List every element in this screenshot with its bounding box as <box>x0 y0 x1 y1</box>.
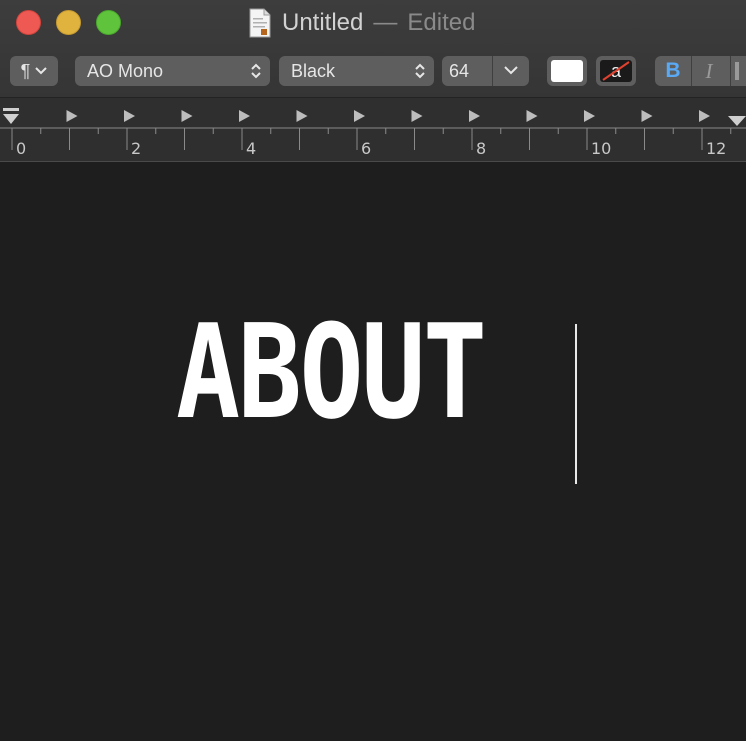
chevron-down-icon[interactable] <box>503 65 519 76</box>
underline-button[interactable] <box>735 62 739 80</box>
bold-button[interactable]: B <box>655 56 691 86</box>
window-title: Untitled — Edited <box>248 8 475 38</box>
ruler-ticks <box>0 108 746 150</box>
font-size-combobox[interactable]: 64 <box>442 56 529 86</box>
italic-button[interactable]: I <box>691 56 727 86</box>
document-text[interactable]: ABOUT <box>176 307 487 437</box>
ruler-label: 8 <box>476 139 487 158</box>
background-color-well[interactable]: a <box>596 56 636 86</box>
title-toolbar-area: Untitled — Edited ¶ AO Mono Black 64 B I <box>0 0 746 98</box>
close-button[interactable] <box>16 10 41 35</box>
left-indent-marker <box>3 114 19 124</box>
tab-stop-marker <box>699 110 710 122</box>
pilcrow-icon: ¶ <box>20 60 31 81</box>
ruler-label: 12 <box>706 139 727 158</box>
strike-slash-icon <box>602 61 630 81</box>
font-weight-value: Black <box>291 60 336 81</box>
tab-stop-marker <box>469 110 480 122</box>
first-line-indent-marker <box>3 108 19 111</box>
updown-chevron-icon <box>415 63 425 79</box>
font-family-select[interactable]: AO Mono <box>75 56 270 86</box>
text-color-well[interactable] <box>547 56 587 86</box>
text-color-fill <box>551 60 583 82</box>
tab-stop-marker <box>641 110 653 122</box>
combobox-divider <box>492 56 493 86</box>
updown-chevron-icon <box>251 63 261 79</box>
tab-stop-marker <box>411 110 423 122</box>
tab-stop-marker <box>66 110 78 122</box>
document-canvas[interactable]: ABOUT <box>0 162 746 741</box>
font-size-value[interactable]: 64 <box>449 61 469 82</box>
text-caret <box>575 324 577 484</box>
document-icon <box>249 8 271 38</box>
ruler-label: 0 <box>16 139 27 158</box>
ruler-label: 6 <box>361 139 372 158</box>
ruler[interactable]: 0 2 4 6 8 10 12 <box>0 98 746 162</box>
tab-stop-marker <box>296 110 308 122</box>
text-style-group: B I <box>655 56 746 86</box>
tab-stop-marker <box>124 110 135 122</box>
tab-stop-marker <box>354 110 365 122</box>
font-weight-select[interactable]: Black <box>279 56 434 86</box>
paragraph-styles-button[interactable]: ¶ <box>10 56 58 86</box>
title-separator: — <box>373 9 398 36</box>
textedit-window: Untitled — Edited ¶ AO Mono Black 64 B I… <box>0 0 746 741</box>
background-color-fill: a <box>600 60 632 82</box>
tab-stop-marker <box>239 110 250 122</box>
tab-stop-marker <box>181 110 193 122</box>
ruler-label: 10 <box>591 139 612 158</box>
right-margin-marker <box>728 116 746 126</box>
edited-indicator[interactable]: Edited <box>407 9 475 37</box>
style-divider <box>730 56 731 86</box>
chevron-down-icon <box>35 67 48 75</box>
document-name: Untitled <box>282 9 364 36</box>
tab-stop-marker <box>584 110 595 122</box>
maximize-button[interactable] <box>96 10 121 35</box>
font-family-value: AO Mono <box>87 60 164 81</box>
tab-stop-marker <box>526 110 538 122</box>
ruler-label: 2 <box>131 139 142 158</box>
minimize-button[interactable] <box>56 10 81 35</box>
ruler-label: 4 <box>246 139 257 158</box>
